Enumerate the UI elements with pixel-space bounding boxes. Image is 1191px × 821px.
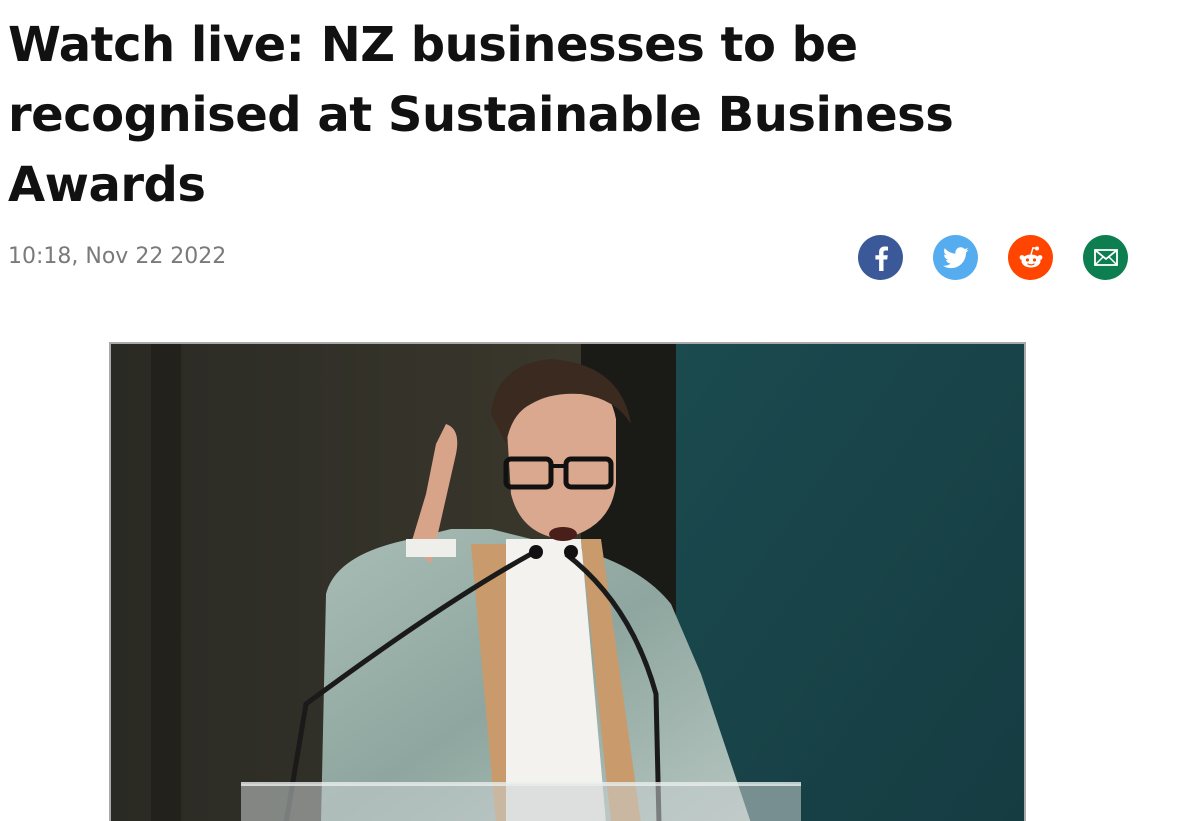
livestream-video-player[interactable] [109, 342, 1026, 821]
share-twitter-button[interactable] [933, 235, 978, 280]
article-timestamp: 10:18, Nov 22 2022 [8, 244, 227, 269]
reddit-alien-icon [1019, 246, 1042, 267]
video-still-image [111, 344, 1024, 821]
share-reddit-button[interactable] [1008, 235, 1053, 280]
share-email-button[interactable] [1083, 235, 1128, 280]
article-headline: Watch live: NZ businesses to be recognis… [8, 17, 954, 213]
share-bar [858, 235, 1128, 280]
facebook-icon [874, 246, 888, 271]
share-facebook-button[interactable] [858, 235, 903, 280]
twitter-bird-icon [942, 246, 969, 268]
envelope-icon [1093, 249, 1118, 266]
